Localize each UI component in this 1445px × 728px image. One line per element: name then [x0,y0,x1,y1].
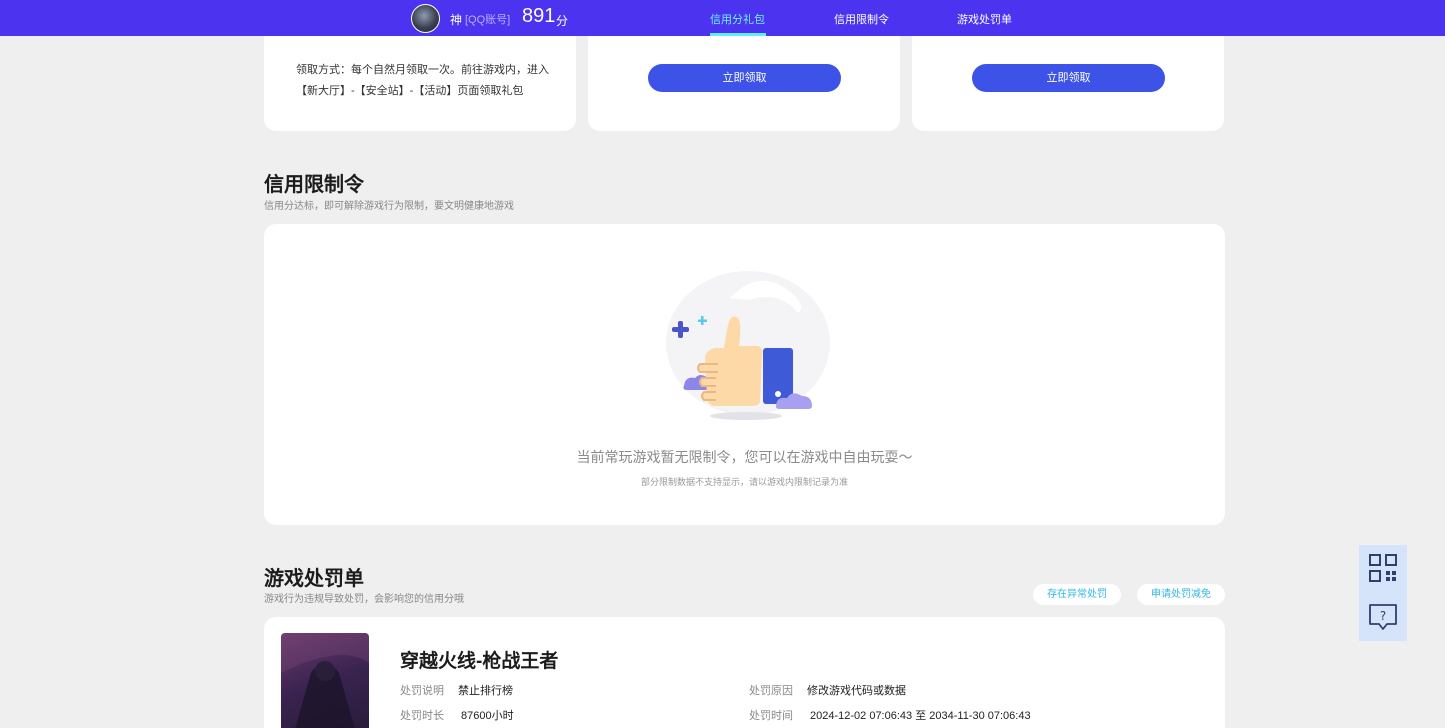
game-title: 穿越火线-枪战王者 [400,651,559,672]
thumbs-up-illustration [666,271,830,420]
penalty-section-subtitle: 游戏行为违规导致处罚，会影响您的信用分哦 [264,594,464,605]
tab-game-penalty[interactable]: 游戏处罚单 [957,11,1012,27]
penalty-section-title: 游戏处罚单 [264,568,364,590]
penalty-desc-value: 禁止排行榜 [458,685,513,697]
qr-code-button[interactable] [1359,545,1407,593]
restriction-section-title: 信用限制令 [264,174,364,196]
active-tab-indicator [710,33,766,36]
abnormal-penalty-button[interactable]: 存在异常处罚 [1033,584,1121,605]
game-cover-image [281,633,369,728]
gift-claim-description: 领取方式：每个自然月领取一次。前往游戏内，进入【新大厅】-【安全站】-【活动】页… [296,64,549,97]
appeal-penalty-button[interactable]: 申请处罚减免 [1137,584,1225,605]
claim-gift-button-1[interactable]: 立即领取 [648,64,841,92]
tab-credit-restriction[interactable]: 信用限制令 [834,11,889,27]
help-button[interactable]: ? [1359,593,1407,641]
claim-gift-button-2[interactable]: 立即领取 [972,64,1165,92]
credit-score: 891 [522,5,556,27]
penalty-duration-label: 处罚时长 [400,710,444,722]
restriction-section-subtitle: 信用分达标，即可解除游戏行为限制，要文明健康地游戏 [264,201,514,212]
restriction-empty-message: 当前常玩游戏暂无限制令，您可以在游戏中自由玩耍～ [576,449,913,465]
tab-credit-gift[interactable]: 信用分礼包 [710,11,765,27]
top-nav-bar: 神 [QQ账号] 891 分 信用分礼包 信用限制令 游戏处罚单 [0,0,1445,36]
penalty-reason-label: 处罚原因 [749,685,793,697]
svg-text:?: ? [1380,609,1386,623]
credit-score-unit: 分 [556,14,569,28]
qr-code-icon [1369,554,1397,582]
help-chat-icon: ? [1369,604,1397,630]
penalty-desc-label: 处罚说明 [400,685,444,697]
penalty-time-value: 2024-12-02 07:06:43 至 2034-11-30 07:06:4… [810,710,1031,722]
username: 神 [450,13,463,27]
penalty-time-label: 处罚时间 [749,710,793,722]
penalty-duration-value: 87600小时 [461,710,514,722]
penalty-reason-value: 修改游戏代码或数据 [807,685,906,697]
avatar[interactable] [411,4,440,33]
account-type-tag: [QQ账号] [465,14,511,26]
restriction-empty-note: 部分限制数据不支持显示，请以游戏内限制记录为准 [640,477,848,487]
